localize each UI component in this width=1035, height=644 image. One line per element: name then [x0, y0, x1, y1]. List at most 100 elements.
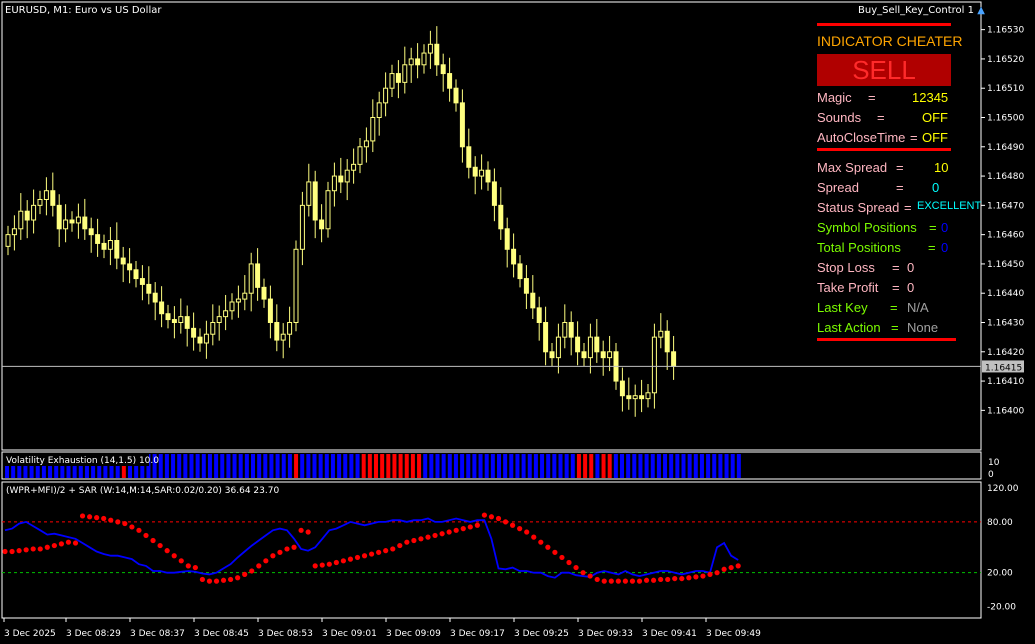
sar-dot — [2, 548, 8, 555]
candle-bear — [440, 64, 446, 75]
candle-bull — [402, 64, 408, 83]
candle-bear — [453, 87, 459, 104]
panel-eq-spread: = — [896, 180, 904, 195]
sar-dot — [305, 529, 311, 535]
vol-bar — [724, 454, 729, 478]
sar-dot — [622, 578, 629, 584]
sar-dot — [418, 536, 424, 542]
panel-label-status-spread: Status Spread — [817, 200, 900, 215]
osc-axis-label: -20.00 — [987, 603, 1016, 613]
vol-bar — [441, 454, 446, 478]
sar-dot — [242, 571, 248, 577]
vol-bar — [435, 454, 440, 478]
sar-dot — [411, 537, 417, 544]
vol-bar — [656, 454, 661, 478]
candle-bull — [223, 310, 229, 318]
sar-dot — [213, 578, 220, 584]
candle-bull — [344, 169, 350, 183]
panel-label-total-positions: Total Positions — [817, 240, 901, 255]
candle-bear — [485, 169, 491, 183]
sar-dot — [552, 549, 558, 555]
price-axis-label: 1.16410 — [987, 377, 1024, 387]
candle-bear — [261, 286, 267, 300]
candle-bull — [325, 190, 331, 230]
vol-bar — [552, 454, 557, 478]
price-axis-label: 1.16400 — [987, 406, 1024, 416]
candle-bull — [210, 322, 216, 335]
panel-eq-take-profit: = — [892, 280, 900, 295]
sar-dot — [665, 576, 671, 583]
vol-bar — [669, 454, 674, 478]
sar-dot — [249, 568, 255, 574]
candle-bear — [267, 298, 273, 324]
panel-top-line — [817, 23, 951, 26]
panel-label-magic: Magic — [817, 90, 852, 105]
sar-dot — [164, 548, 170, 554]
sar-dot — [340, 558, 346, 564]
wpr-mfi-line — [4, 517, 739, 579]
vol-bar — [330, 454, 335, 478]
price-axis-label: 1.16520 — [987, 55, 1024, 65]
sar-dot — [460, 526, 466, 532]
sar-dot — [270, 553, 276, 559]
candle-bear — [95, 234, 101, 244]
time-axis-label: 3 Dec 08:45 — [194, 629, 249, 639]
sar-dot — [432, 532, 438, 539]
panel-label-autoclosetime: AutoCloseTime — [817, 130, 906, 145]
candle-bull — [203, 333, 209, 344]
vol-bar — [490, 454, 495, 478]
candle-bull — [306, 181, 312, 206]
osc-window-frame — [1, 481, 982, 619]
vol-bar — [355, 454, 360, 478]
time-axis-label: 3 Dec 09:33 — [578, 629, 633, 639]
candle-bear — [619, 380, 625, 397]
panel-header: INDICATOR CHEATER — [817, 33, 963, 49]
candle-bull — [658, 330, 664, 338]
time-axis-label: 3 Dec 08:53 — [258, 629, 313, 639]
panel-value-sounds: OFF — [922, 110, 948, 125]
sar-dot — [559, 554, 565, 561]
sar-dot — [9, 548, 15, 555]
vol-bar — [238, 454, 243, 478]
candle-bull — [376, 102, 382, 118]
panel-label-last-key: Last Key — [817, 300, 868, 315]
price-axis-label: 1.16460 — [987, 231, 1024, 241]
candle-bull — [229, 301, 235, 312]
vol-bar — [410, 454, 415, 478]
candle-bull — [107, 240, 113, 250]
vol-bar — [595, 454, 600, 478]
candle-bear — [671, 351, 677, 367]
vol-bar — [576, 454, 581, 478]
vol-bar — [533, 454, 538, 478]
candle-bear — [88, 228, 94, 236]
price-axis-label: 1.16480 — [987, 172, 1024, 182]
panel-value-take-profit: 0 — [907, 280, 915, 295]
sell-signal-box[interactable]: SELL — [817, 54, 951, 86]
candle-bear — [395, 73, 401, 83]
sar-dot — [721, 566, 727, 572]
sar-dot — [658, 576, 664, 583]
price-axis-label: 1.16500 — [987, 114, 1024, 124]
vol-bar — [663, 454, 668, 478]
sar-dot — [376, 549, 382, 555]
sar-dot — [44, 544, 50, 550]
candle-bear — [536, 307, 542, 324]
panel-value-spread: 0 — [932, 180, 940, 195]
candle-bull — [408, 58, 414, 66]
sar-dot — [686, 575, 692, 581]
vol-bar — [620, 454, 624, 478]
vol-bar — [466, 454, 471, 478]
sar-dot — [312, 563, 318, 569]
candle-bear — [120, 257, 126, 265]
sar-dot — [467, 524, 473, 530]
panel-eq-symbol-positions: = — [929, 220, 937, 235]
ea-label: Buy_Sell_Key_Control 1 ▲ — [858, 5, 985, 16]
candle-bear — [184, 316, 190, 329]
sar-dot — [58, 541, 64, 547]
candle-bear — [415, 58, 421, 66]
panel-value-max-spread: 10 — [934, 160, 949, 175]
vol-bar — [380, 454, 385, 478]
sar-dot — [566, 559, 572, 566]
vol-bar — [730, 454, 735, 478]
sar-dot — [517, 526, 523, 532]
